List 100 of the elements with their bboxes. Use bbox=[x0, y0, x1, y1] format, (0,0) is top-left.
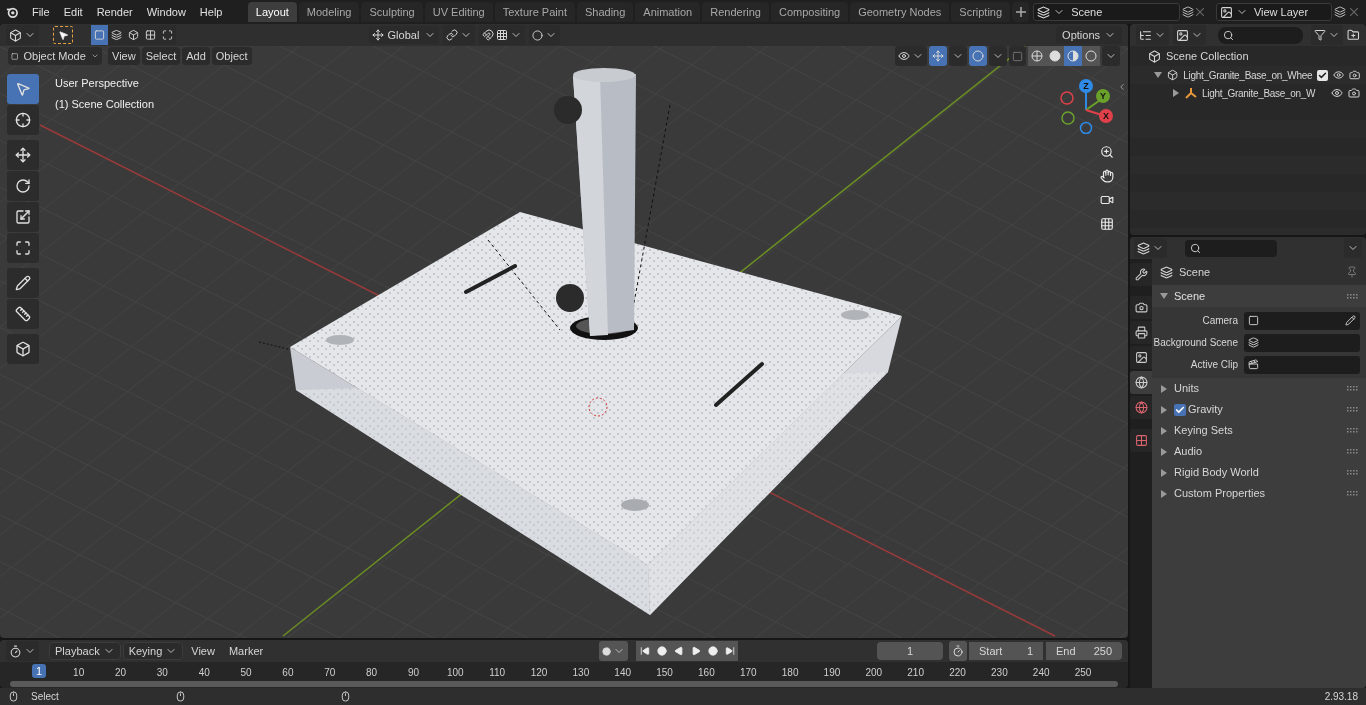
active-tool-button[interactable] bbox=[53, 26, 73, 44]
expand-arrow-icon[interactable] bbox=[1160, 489, 1168, 498]
workspace-tab[interactable]: Compositing bbox=[771, 2, 849, 22]
proportional-edit-button[interactable] bbox=[528, 25, 560, 45]
overlay-dropdown[interactable] bbox=[989, 46, 1007, 66]
select-mode-button[interactable] bbox=[108, 25, 125, 45]
toolbar-tool[interactable] bbox=[7, 268, 39, 298]
timeline-scrollbar[interactable] bbox=[10, 681, 1118, 687]
expand-arrow-icon[interactable] bbox=[1160, 384, 1168, 393]
viewport-menu[interactable]: View bbox=[108, 47, 140, 65]
drag-handle-icon[interactable] bbox=[1347, 293, 1358, 299]
shading-mode-button[interactable] bbox=[1064, 46, 1082, 66]
editor-type-button[interactable] bbox=[1134, 238, 1167, 258]
expand-arrow-icon[interactable] bbox=[1160, 292, 1168, 300]
scene-collection-label[interactable]: Scene Collection bbox=[1166, 48, 1249, 65]
workspace-tab[interactable]: Geometry Nodes bbox=[850, 2, 950, 22]
current-frame-field[interactable]: 1 bbox=[877, 642, 943, 660]
camera-icon[interactable] bbox=[1348, 87, 1360, 99]
viewport-menu[interactable]: Object bbox=[211, 47, 252, 65]
shading-mode-button[interactable] bbox=[1082, 46, 1100, 66]
visibility-checkbox[interactable] bbox=[1317, 69, 1328, 81]
visibility-button[interactable] bbox=[895, 46, 927, 66]
expand-arrow-icon[interactable] bbox=[1160, 447, 1168, 456]
panel-header[interactable]: Custom Properties bbox=[1152, 483, 1366, 504]
overlay-toggle[interactable] bbox=[969, 46, 987, 66]
properties-tab[interactable] bbox=[1130, 371, 1152, 394]
start-frame-field[interactable]: Start 1 bbox=[969, 642, 1043, 660]
3d-viewport[interactable]: Global Options Object Mode View Select Add Object User Perspective (1) Scene Collection Z Y X bbox=[0, 24, 1128, 638]
properties-tab[interactable] bbox=[1130, 429, 1152, 452]
outliner-row[interactable]: Light_Granite_Base_on_W bbox=[1130, 84, 1366, 102]
gizmo-dropdown[interactable] bbox=[949, 46, 967, 66]
filter-button[interactable] bbox=[1311, 25, 1344, 45]
scene-selector[interactable]: Scene bbox=[1033, 3, 1181, 21]
drag-handle-icon[interactable] bbox=[1347, 491, 1358, 496]
menu-item[interactable]: File bbox=[25, 3, 56, 21]
viewport-menu[interactable]: Select bbox=[141, 47, 181, 65]
workspace-tab[interactable]: UV Editing bbox=[424, 2, 493, 22]
drag-handle-icon[interactable] bbox=[1347, 407, 1358, 412]
mode-dropdown[interactable]: Object Mode bbox=[8, 47, 102, 65]
shading-mode-button[interactable] bbox=[1046, 46, 1064, 66]
workspace-tab[interactable]: Layout bbox=[247, 2, 297, 22]
timeline-menu[interactable]: Playback bbox=[49, 642, 121, 660]
panel-header[interactable]: Units bbox=[1152, 378, 1366, 399]
toolbar-tool[interactable] bbox=[7, 140, 39, 170]
properties-search-field[interactable] bbox=[1185, 239, 1277, 257]
workspace-tab[interactable]: Sculpting bbox=[361, 2, 423, 22]
pivot-button[interactable] bbox=[442, 25, 475, 45]
view-layer-selector[interactable]: View Layer bbox=[1215, 3, 1333, 21]
view-layer-button[interactable] bbox=[1173, 25, 1206, 45]
menu-item[interactable]: Window bbox=[140, 3, 192, 21]
gizmo-toggle[interactable] bbox=[929, 46, 947, 66]
app-logo-icon[interactable] bbox=[6, 5, 18, 19]
options-dropdown[interactable]: Options bbox=[1056, 26, 1122, 44]
playhead-frame[interactable]: 1 bbox=[32, 664, 47, 678]
workspace-tab[interactable]: Animation bbox=[635, 2, 701, 22]
eye-icon[interactable] bbox=[1331, 87, 1343, 99]
expand-arrow-icon[interactable] bbox=[1160, 426, 1168, 435]
record-button[interactable] bbox=[599, 641, 629, 661]
properties-tab[interactable] bbox=[1130, 263, 1152, 286]
options-dropdown[interactable] bbox=[1344, 238, 1362, 258]
new-collection-icon[interactable] bbox=[1347, 28, 1360, 42]
expand-arrow-icon[interactable] bbox=[1172, 89, 1180, 97]
properties-tab[interactable] bbox=[1130, 296, 1152, 319]
shading-dropdown[interactable] bbox=[1102, 46, 1120, 66]
editor-type-button[interactable] bbox=[6, 25, 39, 45]
playback-button[interactable] bbox=[721, 641, 739, 661]
expand-arrow-icon[interactable] bbox=[1160, 468, 1168, 477]
toolbar-tool[interactable] bbox=[7, 299, 39, 329]
panel-header[interactable]: Rigid Body World bbox=[1152, 462, 1366, 483]
menu-item[interactable]: Edit bbox=[57, 3, 89, 21]
properties-tab[interactable] bbox=[1130, 321, 1152, 344]
snap-button[interactable] bbox=[478, 25, 525, 45]
menu-item[interactable]: Render bbox=[90, 3, 139, 21]
preview-range-button[interactable] bbox=[949, 641, 967, 661]
pin-icon[interactable] bbox=[1346, 266, 1358, 278]
collapse-icon[interactable] bbox=[1117, 81, 1127, 93]
orientation-dropdown[interactable]: Global bbox=[368, 26, 439, 44]
drag-handle-icon[interactable] bbox=[1347, 449, 1358, 454]
expand-arrow-icon[interactable] bbox=[1154, 71, 1162, 79]
drag-handle-icon[interactable] bbox=[1347, 470, 1358, 475]
toolbar-tool[interactable] bbox=[7, 233, 39, 263]
toolbar-tool[interactable] bbox=[7, 105, 39, 135]
field-input[interactable] bbox=[1244, 355, 1360, 374]
toolbar-tool[interactable] bbox=[7, 171, 39, 201]
workspace-tab[interactable]: Texture Paint bbox=[494, 2, 575, 22]
properties-tab[interactable] bbox=[1130, 346, 1152, 369]
workspace-tab[interactable]: Modeling bbox=[298, 2, 360, 22]
drag-handle-icon[interactable] bbox=[1347, 386, 1358, 391]
toolbar-tool[interactable] bbox=[7, 334, 39, 364]
toolbar-tool[interactable] bbox=[7, 202, 39, 232]
menu-item[interactable]: Help bbox=[193, 3, 229, 21]
shading-mode-button[interactable] bbox=[1028, 46, 1046, 66]
drag-handle-icon[interactable] bbox=[1347, 428, 1358, 433]
display-mode-button[interactable] bbox=[1136, 25, 1169, 45]
checkbox[interactable] bbox=[1174, 403, 1186, 416]
timeline-menu[interactable]: Marker bbox=[222, 642, 270, 660]
workspace-tab[interactable]: Rendering bbox=[702, 2, 769, 22]
panel-header[interactable]: Scene bbox=[1152, 285, 1366, 307]
outliner-search-field[interactable] bbox=[1218, 26, 1304, 44]
field-input[interactable] bbox=[1244, 333, 1360, 352]
